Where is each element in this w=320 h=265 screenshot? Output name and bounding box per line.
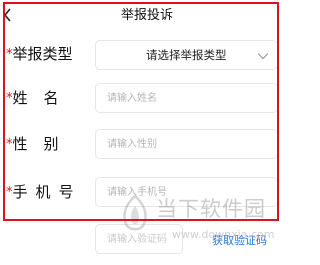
report-complaint-page: 举报投诉 *举报类型 请选择举报类型 *姓名 *性别 *手机号 获取验证码: [0, 0, 294, 265]
watermark-url: www.downxia.com: [172, 228, 275, 241]
highlight-frame: [3, 2, 279, 221]
